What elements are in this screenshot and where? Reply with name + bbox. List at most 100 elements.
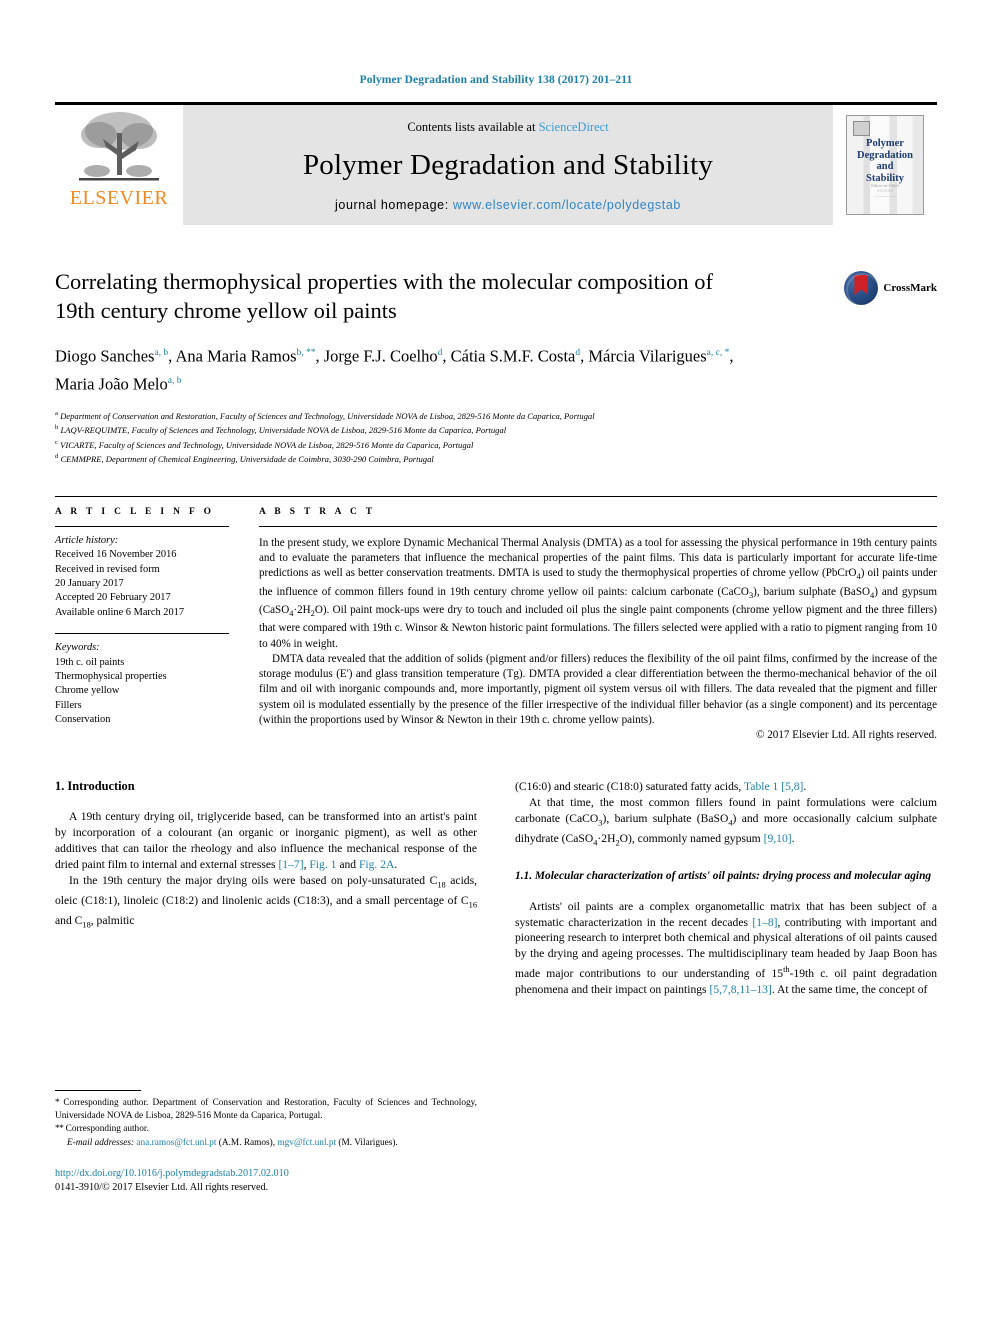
body-right-column: (C16:0) and stearic (C18:0) saturated fa… [515, 779, 937, 998]
contents-prefix: Contents lists available at [407, 120, 539, 134]
chem-subscript: 16 [468, 900, 477, 910]
citation-link[interactable]: [9,10] [764, 832, 792, 845]
journal-title: Polymer Degradation and Stability [302, 149, 714, 181]
sciencedirect-link[interactable]: ScienceDirect [539, 120, 609, 134]
abstract-column: A B S T R A C T In the present study, we… [255, 507, 937, 741]
abstract-paragraph: DMTA data revealed that the addition of … [259, 652, 937, 726]
affiliation-item: c VICARTE, Faculty of Sciences and Techn… [55, 437, 937, 451]
body-text: and [336, 857, 359, 871]
doi-link[interactable]: http://dx.doi.org/10.1016/j.polymdegrads… [55, 1167, 477, 1181]
page-title: Correlating thermophysical properties wi… [55, 269, 713, 323]
author-list: Diogo Sanchesa, b, Ana Maria Ramosb, **,… [55, 341, 745, 396]
author-affiliation-marks: b, ** [296, 348, 316, 358]
keyword-item: Chrome yellow [55, 685, 120, 697]
footnote-text: Corresponding author. Department of Cons… [55, 1098, 477, 1122]
body-text: A 19th century drying oil, triglyceride … [55, 809, 477, 871]
author-sep: , [729, 346, 734, 366]
body-text: , palmitic [90, 913, 135, 927]
abstract-text: O). Oil paint mock-ups were dry to touch… [259, 604, 937, 650]
affiliation-list: a Department of Conservation and Restora… [55, 408, 937, 466]
footnote-corresponding-author: * Corresponding author. Department of Co… [55, 1097, 477, 1123]
subsection-heading: 1.1. Molecular characterization of artis… [515, 870, 932, 883]
email-label: E-mail addresses: [67, 1137, 135, 1148]
homepage-prefix: journal homepage: [335, 198, 453, 212]
affiliation-item: b LAQV-REQUIMTE, Faculty of Sciences and… [55, 422, 937, 436]
cover-title: Polymer Degradation and Stability [847, 138, 923, 184]
abstract-copyright: © 2017 Elsevier Ltd. All rights reserved… [756, 728, 937, 741]
keyword-item: 19th c. oil paints [55, 656, 125, 668]
body-paragraph: (C16:0) and stearic (C18:0) saturated fa… [515, 779, 937, 795]
figure-link[interactable]: Fig. 1 [309, 858, 336, 871]
author-name: Diogo Sanches [55, 346, 155, 366]
abstract-heading: A B S T R A C T [259, 506, 376, 517]
cover-title-line: Degradation [857, 149, 913, 161]
affiliation-text: VICARTE, Faculty of Sciences and Technol… [60, 439, 474, 450]
keyword-item: Conservation [55, 714, 111, 726]
body-paragraph: A 19th century drying oil, triglyceride … [55, 809, 477, 873]
author-affiliation-marks: a, b [154, 348, 169, 358]
title-block: CrossMark Correlating thermophysical pro… [55, 267, 937, 466]
body-paragraph: Artists' oil paints are a complex organo… [515, 899, 937, 998]
cover-title-line: Polymer [866, 138, 904, 149]
email-owner: (A.M. Ramos), [216, 1137, 278, 1148]
article-info-column: A R T I C L E I N F O Article history: R… [55, 507, 255, 741]
affiliation-item: a Department of Conservation and Restora… [55, 408, 937, 422]
abstract-text: ), barium sulphate (BaSO [753, 585, 871, 598]
affiliation-mark: a [55, 410, 58, 417]
email-link[interactable]: mgv@fct.unl.pt [277, 1138, 336, 1148]
abstract-text: In the present study, we explore Dynamic… [259, 536, 937, 580]
issn-copyright: 0141-3910/© 2017 Elsevier Ltd. All right… [55, 1181, 269, 1193]
publisher-logo-block: ELSEVIER [55, 105, 183, 225]
crossmark-label: CrossMark [883, 282, 937, 294]
author-sep: , [442, 346, 451, 366]
keyword-item: Thermophysical properties [55, 671, 167, 683]
journal-homepage-line: journal homepage: www.elsevier.com/locat… [335, 198, 681, 212]
section-heading-introduction: 1. Introduction [55, 778, 135, 793]
author-name: Márcia Vilarigues [588, 346, 707, 366]
body-left-column: 1. Introduction A 19th century drying oi… [55, 779, 477, 998]
body-text: and C [55, 913, 83, 927]
footnote-block: * Corresponding author. Department of Co… [55, 1090, 477, 1195]
contents-line: Contents lists available at ScienceDirec… [407, 120, 608, 135]
chem-subscript: 18 [82, 920, 91, 930]
homepage-url-link[interactable]: www.elsevier.com/locate/polydegstab [453, 198, 681, 212]
keyword-item: Fillers [55, 699, 82, 711]
affiliation-text: CEMMPRE, Department of Chemical Engineer… [60, 454, 434, 465]
author-name: Jorge F.J. Coelho [323, 346, 438, 366]
author-name: Cátia S.M.F. Costa [450, 346, 576, 366]
email-owner: (M. Vilarigues). [336, 1137, 398, 1148]
cover-publisher-icon [853, 121, 870, 136]
email-link[interactable]: ana.ramos@fct.unl.pt [136, 1138, 216, 1148]
figure-link[interactable]: Fig. 2A [359, 858, 394, 871]
article-history-item: 20 January 2017 [55, 578, 124, 590]
body-text: In the 19th century the major drying oil… [69, 873, 438, 887]
table-citation-link[interactable]: Table 1 [5,8] [744, 780, 803, 793]
author-sep: , [315, 346, 324, 366]
elsevier-wordmark: ELSEVIER [69, 187, 169, 209]
masthead-center: Contents lists available at ScienceDirec… [183, 105, 833, 225]
author-affiliation-marks: a, b [167, 375, 182, 386]
citation-link[interactable]: [1–8] [752, 916, 777, 929]
info-abstract-section: A R T I C L E I N F O Article history: R… [55, 495, 937, 741]
footnote-text: Corresponding author. [63, 1124, 149, 1135]
citation-link[interactable]: [5,7,8,11–13] [709, 983, 771, 996]
running-head: Polymer Degradation and Stability 138 (2… [359, 74, 633, 86]
body-columns: 1. Introduction A 19th century drying oi… [55, 779, 937, 998]
crossmark-icon [844, 271, 879, 305]
doi-block: http://dx.doi.org/10.1016/j.polymdegrads… [55, 1167, 477, 1195]
citation-link[interactable]: [1–7] [278, 858, 303, 871]
author-affiliation-marks: a, c, * [706, 348, 730, 358]
body-text: O), commonly named gypsum [619, 831, 764, 845]
masthead-right: Polymer Degradation and Stability Editor… [833, 105, 937, 225]
footnote-corresponding-author-2: ** Corresponding author. [55, 1123, 477, 1136]
body-text: . [803, 779, 807, 793]
article-history-item: Accepted 20 February 2017 [55, 592, 171, 604]
footnote-emails: E-mail addresses: ana.ramos@fct.unl.pt (… [55, 1137, 477, 1150]
affiliation-mark: c [55, 438, 58, 446]
divider [55, 633, 229, 635]
crossmark-badge[interactable]: CrossMark [844, 271, 937, 305]
body-text: (C16:0) and stearic (C18:0) saturated fa… [515, 779, 745, 793]
affiliation-text: Department of Conservation and Restorati… [60, 410, 595, 421]
article-history-item: Received in revised form [55, 563, 160, 575]
affiliation-mark: b [55, 424, 59, 432]
